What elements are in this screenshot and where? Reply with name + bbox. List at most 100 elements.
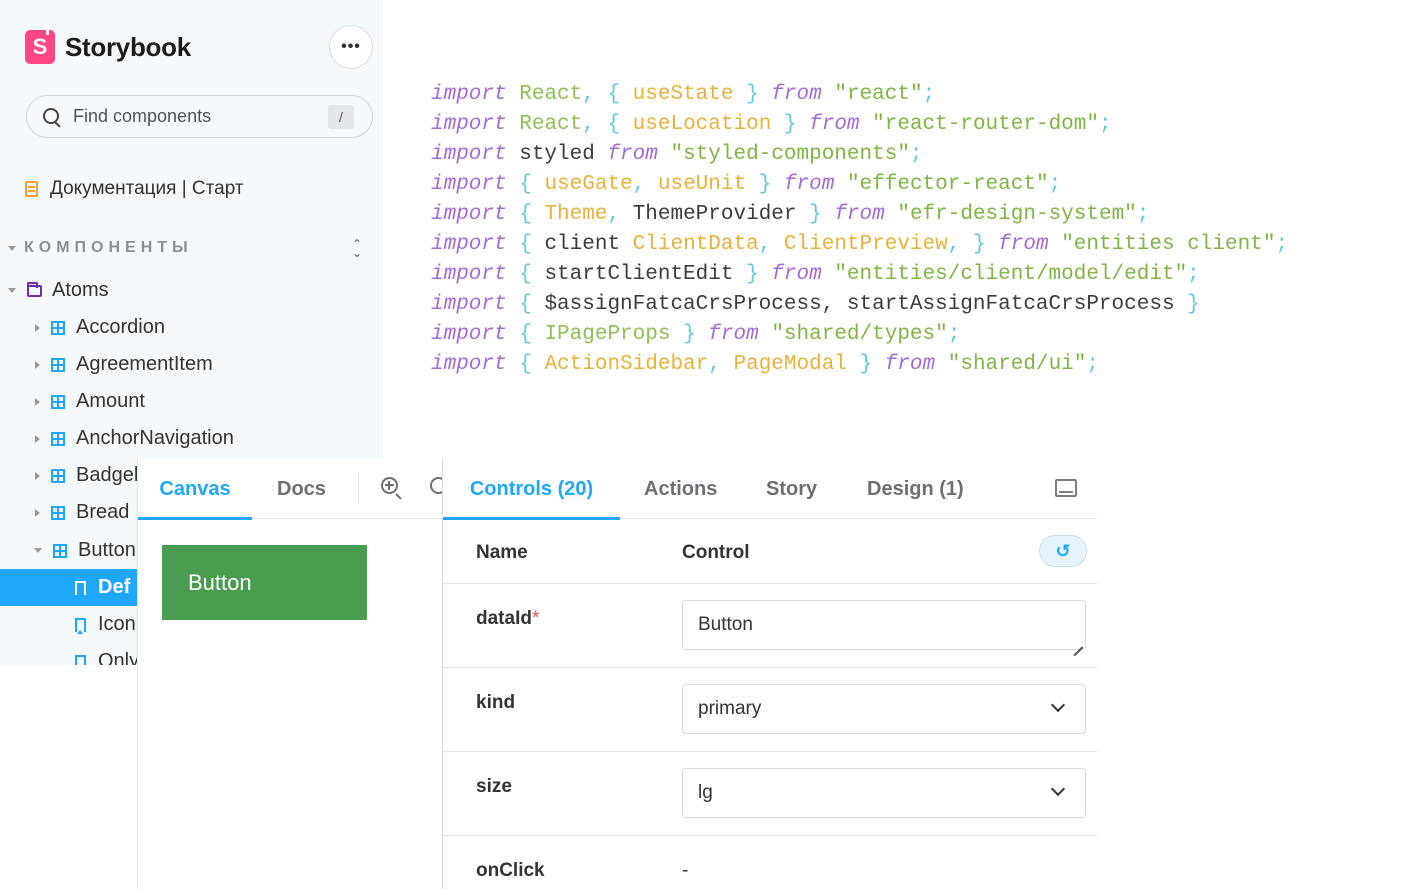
column-header-name: Name (476, 542, 528, 563)
chevron-down-icon (1050, 697, 1066, 713)
tab-label: Controls (20) (469, 477, 594, 500)
controls-header: Name Control ↺ (443, 520, 1097, 584)
code-token: "shared/ui" (947, 353, 1087, 376)
code-line: import { $assignFatcaCrsProcess, startAs… (431, 290, 1288, 320)
folder-icon (27, 281, 42, 297)
storybook-logo[interactable]: S Storybook (25, 28, 191, 64)
canvas-toolbar: Canvas Docs (138, 459, 444, 520)
document-icon (25, 181, 38, 197)
code-line: import { client ClientData, ClientPrevie… (431, 230, 1288, 260)
code-token: React (519, 113, 583, 136)
code-token: PageModal (733, 353, 847, 376)
tree-item-atoms[interactable]: Atoms (0, 272, 383, 309)
tab-docs[interactable]: Docs (277, 459, 326, 519)
code-token: , (607, 203, 633, 226)
code-token: ; (947, 323, 961, 346)
tab-controls[interactable]: Controls (20) (443, 459, 620, 520)
search-input[interactable] (73, 106, 313, 127)
control-row-size: size lg (443, 752, 1097, 836)
control-label: size (476, 776, 512, 797)
code-token: import (431, 263, 507, 286)
code-token: ; (1136, 203, 1150, 226)
preview-button[interactable]: Button (162, 545, 367, 620)
code-line: import { ActionSidebar, PageModal } from… (431, 350, 1288, 380)
code-token: ; (1086, 353, 1099, 376)
code-token: from (771, 83, 822, 106)
code-token: from (998, 233, 1049, 256)
tree-item-label: Accordion (76, 316, 165, 338)
code-token: } (1174, 293, 1200, 316)
tab-label: Canvas (159, 477, 231, 500)
code-token: , (708, 353, 734, 376)
control-row-kind: kind primary (443, 668, 1097, 752)
code-token: from (771, 263, 822, 286)
code-token: from (884, 353, 936, 376)
tree-item-anchornavigation[interactable]: AnchorNavigation (0, 420, 383, 457)
code-snippet: import React, { useState } from "react";… (431, 80, 1288, 380)
tree-item-amount[interactable]: Amount (0, 383, 383, 420)
tree-item-accordion[interactable]: Accordion (0, 309, 383, 346)
dataid-textarea[interactable]: Button (682, 600, 1086, 650)
control-row-onclick: onClick - (443, 836, 1097, 889)
expand-collapse-icon[interactable]: ⌃ ⌄ (352, 238, 362, 259)
code-token: , (758, 233, 784, 256)
zoom-in-icon[interactable] (381, 477, 403, 500)
tab-canvas[interactable]: Canvas (138, 459, 252, 520)
code-line: import { IPageProps } from "shared/types… (431, 320, 1288, 350)
reset-controls-button[interactable]: ↺ (1039, 535, 1087, 567)
code-token: useUnit (657, 173, 747, 196)
code-token: ; (1098, 113, 1112, 136)
control-label: onClick (476, 860, 545, 881)
code-token: , { (582, 83, 633, 106)
code-line: import { startClientEdit } from "entitie… (431, 260, 1288, 290)
tab-design[interactable]: Design (1) (867, 459, 964, 519)
tree-item-label: Amount (76, 390, 145, 412)
tree-item-label: Icon (98, 613, 136, 635)
code-token: import (431, 143, 507, 166)
code-line: import React, { useLocation } from "reac… (431, 110, 1288, 140)
tab-actions[interactable]: Actions (644, 459, 717, 519)
code-token: ActionSidebar (544, 353, 709, 376)
code-token: import (431, 353, 507, 376)
kind-select[interactable]: primary (682, 684, 1086, 734)
code-token: from (809, 113, 860, 136)
code-token: "shared/types" (771, 323, 948, 346)
panel-position-icon[interactable] (1055, 479, 1077, 497)
code-token: { (506, 233, 545, 256)
code-token: client (544, 233, 633, 256)
control-value: - (682, 860, 689, 881)
sidebar-item-docs[interactable]: Документация | Старт (25, 178, 244, 200)
tab-label: Docs (277, 477, 326, 500)
tree-item-label: Bread (76, 501, 130, 523)
expanded-caret-icon (34, 548, 42, 553)
code-line: import styled from "styled-components"; (431, 140, 1288, 170)
code-token: import (431, 173, 507, 196)
code-token: } (846, 353, 885, 376)
code-token: ; (1275, 233, 1289, 256)
collapsed-caret-icon (35, 360, 40, 369)
control-label: dataId* (476, 608, 540, 629)
tree-item-agreementitem[interactable]: AgreementItem (0, 346, 383, 383)
code-token: { (506, 263, 545, 286)
code-token: } (746, 173, 784, 196)
code-token: , (632, 173, 658, 196)
column-header-control: Control (682, 542, 750, 563)
tree-item-label: Atoms (52, 279, 109, 301)
section-components[interactable]: КОМПОНЕНТЫ ⌃ ⌄ (8, 238, 368, 259)
code-token: ThemeProvider (632, 203, 797, 226)
sidebar-item-label: Документация | Старт (50, 178, 244, 199)
size-select[interactable]: lg (682, 768, 1086, 818)
sidebar-menu-button[interactable]: ••• (329, 25, 373, 69)
code-token: ClientData (632, 233, 759, 256)
code-token: import (431, 83, 507, 106)
component-icon (51, 357, 65, 372)
search-box[interactable]: / (26, 95, 373, 138)
resize-handle-icon[interactable] (1073, 637, 1083, 647)
code-token: useLocation (632, 113, 772, 136)
tab-story[interactable]: Story (766, 459, 817, 519)
code-token: { (506, 323, 545, 346)
